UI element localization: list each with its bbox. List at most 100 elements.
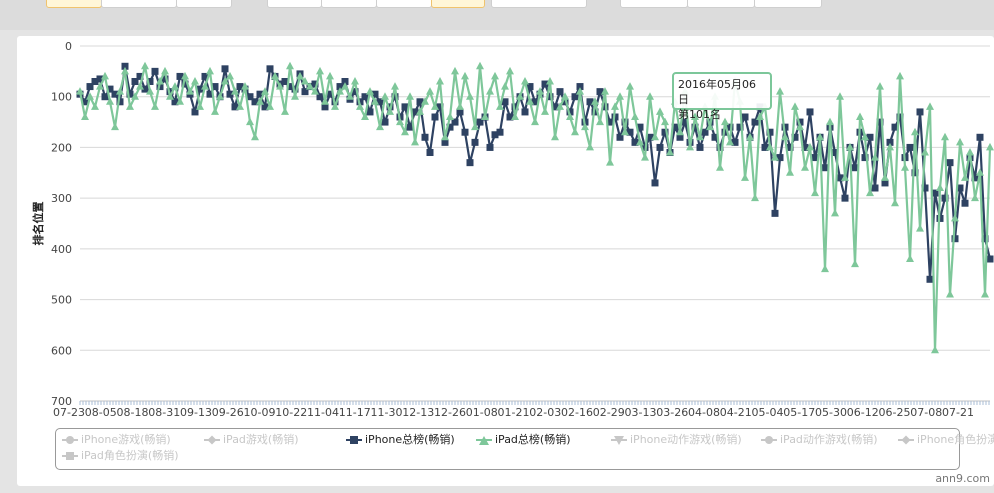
data-point-ipad xyxy=(501,82,509,90)
data-point-ipad xyxy=(876,82,884,90)
legend-symbol-icon xyxy=(761,435,777,445)
data-point-ipad xyxy=(966,148,974,156)
data-point-iphone xyxy=(976,133,984,141)
data-point-ipad xyxy=(606,158,614,166)
data-point-ipad xyxy=(786,168,794,176)
legend-label: iPhone游戏(畅销) xyxy=(81,433,171,446)
data-point-ipad xyxy=(981,290,989,298)
data-point-ipad xyxy=(286,61,294,70)
data-point-iphone xyxy=(151,67,159,75)
x-tick-label: 07-08 xyxy=(910,406,942,419)
data-point-iphone xyxy=(496,128,504,136)
data-point-ipad xyxy=(466,92,474,100)
data-point-ipad xyxy=(486,87,494,95)
data-point-ipad xyxy=(716,163,724,171)
data-point-ipad xyxy=(151,102,159,110)
credit-text: ann9.com xyxy=(935,472,990,485)
x-tick-label: 08-18 xyxy=(117,406,149,419)
legend-symbol-icon xyxy=(346,435,362,445)
x-tick-label: 09-13 xyxy=(180,406,212,419)
data-point-ipad xyxy=(586,142,594,151)
data-point-ipad xyxy=(326,71,334,80)
data-point-iphone xyxy=(841,194,849,202)
data-point-ipad xyxy=(436,77,444,85)
x-tick-label: 05-17 xyxy=(783,406,815,419)
legend-item[interactable]: iPhone角色扮演(畅销) xyxy=(898,433,994,447)
rank-chart: 010020030040050060070007-23 08-05 08-18 08-… xyxy=(31,40,994,419)
x-tick-label: 10-09 xyxy=(244,406,276,419)
data-point-iphone xyxy=(471,138,479,146)
data-point-iphone xyxy=(906,143,914,151)
y-tick-label: 200 xyxy=(51,141,72,154)
legend-item[interactable]: iPad游戏(畅销) xyxy=(204,433,299,447)
data-point-iphone xyxy=(431,113,439,121)
data-point-iphone xyxy=(656,143,664,151)
data-point-iphone xyxy=(651,179,659,187)
data-point-ipad xyxy=(916,224,924,232)
legend-label: iPad游戏(畅销) xyxy=(223,433,299,446)
x-tick-label: 04-21 xyxy=(720,406,752,419)
x-tick-label: 06-12 xyxy=(847,406,879,419)
data-point-ipad xyxy=(81,112,89,120)
data-point-ipad xyxy=(931,345,939,354)
data-point-ipad xyxy=(986,142,994,151)
data-point-ipad xyxy=(776,87,784,95)
x-tick-label: 08-05 xyxy=(85,406,117,419)
data-point-ipad xyxy=(656,107,664,115)
x-tick-label: 07-23 xyxy=(53,406,85,419)
data-point-ipad xyxy=(316,66,324,75)
data-point-ipad xyxy=(891,198,899,207)
data-point-ipad xyxy=(971,193,979,202)
data-point-iphone xyxy=(426,149,434,156)
legend-label: iPhone角色扮演(畅销) xyxy=(917,433,994,446)
data-point-ipad xyxy=(936,183,944,191)
legend-label: iPad总榜(畅销) xyxy=(495,433,571,446)
data-point-ipad xyxy=(881,173,889,181)
data-point-ipad xyxy=(856,112,864,120)
data-point-iphone xyxy=(871,184,879,192)
data-point-iphone xyxy=(381,118,389,126)
series-line-2 xyxy=(78,65,992,352)
x-tick-label: 11-04 xyxy=(307,406,339,419)
data-point-ipad xyxy=(596,117,604,126)
data-point-ipad xyxy=(246,117,254,126)
data-point-ipad xyxy=(506,66,514,75)
data-point-iphone xyxy=(221,65,229,73)
data-point-ipad xyxy=(491,71,499,80)
data-point-ipad xyxy=(111,122,119,131)
data-point-ipad xyxy=(641,153,649,161)
data-point-iphone xyxy=(986,255,994,263)
data-point-ipad xyxy=(801,163,809,171)
x-tick-label: 08-31 xyxy=(148,406,180,419)
chart-tooltip: 2016年05月06日 第101名 xyxy=(672,72,772,121)
tooltip-date: 2016年05月06日 xyxy=(678,78,756,106)
data-point-iphone xyxy=(421,133,429,141)
legend-item[interactable]: iPhone动作游戏(畅销) xyxy=(611,433,742,447)
data-point-ipad xyxy=(551,132,559,141)
legend-symbol-icon xyxy=(898,435,914,445)
data-point-ipad xyxy=(956,137,964,146)
data-point-ipad xyxy=(571,127,579,136)
data-point-iphone xyxy=(916,108,924,116)
data-point-iphone xyxy=(961,199,969,207)
data-point-ipad xyxy=(446,112,454,120)
data-point-ipad xyxy=(281,107,289,115)
data-point-iphone xyxy=(466,159,474,167)
data-point-ipad xyxy=(406,92,414,100)
x-tick-label: 02-16 xyxy=(561,406,593,419)
legend-symbol-icon xyxy=(62,451,78,461)
y-axis-title: 排名位置 xyxy=(31,202,45,246)
x-tick-label: 03-26 xyxy=(656,406,688,419)
data-point-iphone xyxy=(946,159,954,167)
legend-item[interactable]: iPhone游戏(畅销) xyxy=(62,433,171,447)
data-point-iphone xyxy=(521,108,529,116)
legend-item[interactable]: iPhone总榜(畅销) xyxy=(346,433,455,447)
data-point-ipad xyxy=(351,77,359,85)
x-tick-label: 10-22 xyxy=(275,406,307,419)
legend-item[interactable]: iPad角色扮演(畅销) xyxy=(62,449,179,463)
data-point-ipad xyxy=(906,254,914,262)
legend-item[interactable]: iPad总榜(畅销) xyxy=(476,433,571,447)
legend-item[interactable]: iPad动作游戏(畅销) xyxy=(761,433,878,447)
data-point-ipad xyxy=(896,71,904,80)
x-tick-label: 05-30 xyxy=(815,406,847,419)
